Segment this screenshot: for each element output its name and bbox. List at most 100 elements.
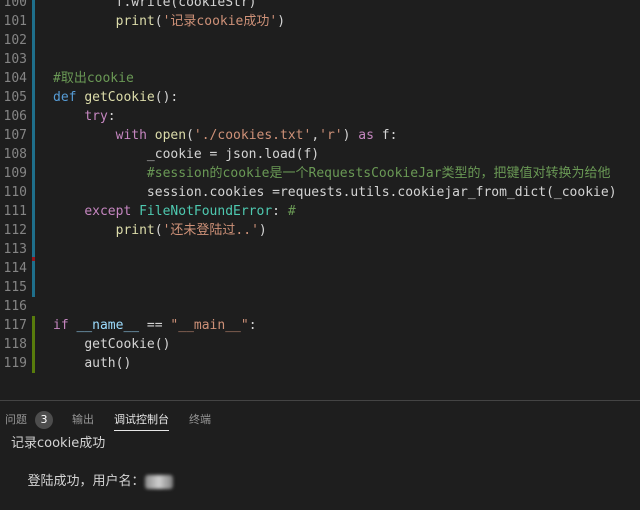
code-line[interactable]: 107 with open('./cookies.txt','r') as f: bbox=[0, 126, 640, 145]
console-output-line: 记录cookie成功 bbox=[11, 436, 106, 451]
code-token: 'r' bbox=[319, 128, 343, 143]
code-token: "__main__" bbox=[170, 318, 249, 333]
code-text: except FileNotFoundError: # bbox=[53, 202, 296, 221]
line-number: 100 bbox=[3, 0, 27, 10]
code-token: ( bbox=[186, 128, 194, 143]
line-number: 115 bbox=[3, 280, 27, 295]
tab-problems[interactable]: 问题 bbox=[5, 410, 27, 430]
tab-output[interactable]: 输出 bbox=[72, 410, 94, 430]
code-text: f.write(cookieStr) bbox=[53, 0, 257, 12]
code-text: try: bbox=[53, 107, 116, 126]
line-number: 111 bbox=[3, 204, 27, 219]
problems-count-badge: 3 bbox=[35, 411, 53, 429]
code-line[interactable]: 110 session.cookies =requests.utils.cook… bbox=[0, 183, 640, 202]
code-token: auth() bbox=[84, 356, 132, 371]
code-text: print('记录cookie成功') bbox=[53, 12, 285, 31]
code-text: _cookie = json.load(f) bbox=[53, 145, 319, 164]
gutter-delete-marker bbox=[32, 257, 35, 261]
code-text: getCookie() bbox=[53, 335, 170, 354]
code-line[interactable]: 109 #session的cookie是一个RequestsCookieJar类… bbox=[0, 164, 640, 183]
code-line[interactable]: 103 bbox=[0, 50, 640, 69]
code-token: './cookies.txt' bbox=[193, 128, 312, 143]
code-token: ) bbox=[277, 14, 286, 29]
code-token: print bbox=[115, 223, 155, 238]
code-token: == bbox=[139, 318, 171, 333]
code-line[interactable]: 117 if __name__ == "__main__": bbox=[0, 316, 640, 335]
code-token: : bbox=[272, 204, 288, 219]
code-line[interactable]: 118 getCookie() bbox=[0, 335, 640, 354]
line-number: 103 bbox=[3, 52, 27, 67]
code-token: #session的cookie是一个RequestsCookieJar类型的，把… bbox=[146, 166, 611, 181]
code-token: as bbox=[358, 128, 382, 143]
line-number: 112 bbox=[3, 223, 27, 238]
code-token: FileNotFoundError bbox=[139, 204, 273, 219]
bottom-panel: 问题 3 输出 调试控制台 终端 记录cookie成功 登陆成功，用户名： bbox=[0, 400, 640, 489]
code-token: try bbox=[84, 109, 108, 124]
code-token: : bbox=[248, 318, 257, 333]
code-token: # bbox=[287, 204, 296, 219]
line-number: 107 bbox=[3, 128, 27, 143]
code-token: except bbox=[84, 204, 140, 219]
code-line[interactable]: 111 except FileNotFoundError: # bbox=[0, 202, 640, 221]
code-text: #取出cookie bbox=[53, 69, 134, 88]
line-number: 108 bbox=[3, 147, 27, 162]
code-token: def bbox=[53, 90, 85, 105]
code-line[interactable]: 100 f.write(cookieStr) bbox=[0, 0, 640, 12]
line-number: 114 bbox=[3, 261, 27, 276]
line-number: 118 bbox=[3, 337, 27, 352]
code-line[interactable]: 105 def getCookie(): bbox=[0, 88, 640, 107]
line-number: 113 bbox=[3, 242, 27, 257]
tab-terminal[interactable]: 终端 bbox=[189, 410, 211, 430]
line-number: 110 bbox=[3, 185, 27, 200]
code-token: getCookie() bbox=[84, 337, 171, 352]
code-token: (): bbox=[154, 90, 179, 105]
code-token: print bbox=[115, 14, 155, 29]
gutter-change-marker bbox=[32, 0, 35, 259]
code-token: session.cookies =requests.utils.cookieja… bbox=[146, 185, 617, 200]
code-editor[interactable]: 100 f.write(cookieStr) 101 print('记录cooki… bbox=[0, 0, 640, 400]
line-number: 101 bbox=[3, 14, 27, 29]
line-number: 104 bbox=[3, 71, 27, 86]
code-token: f.write(cookieStr) bbox=[115, 0, 257, 10]
gutter-change-marker bbox=[32, 259, 35, 297]
code-line[interactable]: 101 print('记录cookie成功') bbox=[0, 12, 640, 31]
gutter-change-marker bbox=[32, 316, 35, 373]
code-text: def getCookie(): bbox=[53, 88, 178, 107]
line-number: 117 bbox=[3, 318, 27, 333]
code-token: '还未登陆过..' bbox=[162, 223, 259, 238]
code-line[interactable]: 115 bbox=[0, 278, 640, 297]
code-line[interactable]: 112 print('还未登陆过..') bbox=[0, 221, 640, 240]
code-token: __name__ bbox=[76, 318, 140, 333]
code-token: '记录cookie成功' bbox=[162, 14, 278, 29]
code-token: with bbox=[115, 128, 155, 143]
code-line[interactable]: 106 try: bbox=[0, 107, 640, 126]
line-number: 105 bbox=[3, 90, 27, 105]
code-token: _cookie = json.load(f) bbox=[146, 147, 320, 162]
code-token: #取出cookie bbox=[53, 71, 134, 86]
tab-debug-console[interactable]: 调试控制台 bbox=[114, 410, 169, 431]
line-number: 116 bbox=[3, 299, 27, 314]
code-token: ( bbox=[154, 223, 163, 238]
code-line[interactable]: 116 bbox=[0, 297, 640, 316]
code-line[interactable]: 119 auth() bbox=[0, 354, 640, 373]
code-token: , bbox=[311, 128, 320, 143]
line-number: 106 bbox=[3, 109, 27, 124]
code-token: ) bbox=[342, 128, 359, 143]
code-text: session.cookies =requests.utils.cookieja… bbox=[53, 183, 617, 202]
code-line[interactable]: 108 _cookie = json.load(f) bbox=[0, 145, 640, 164]
code-line[interactable]: 102 bbox=[0, 31, 640, 50]
code-token: : bbox=[107, 109, 116, 124]
code-token: if bbox=[53, 318, 77, 333]
code-line[interactable]: 113 bbox=[0, 240, 640, 259]
code-line[interactable]: 114 bbox=[0, 259, 640, 278]
code-text: print('还未登陆过..') bbox=[53, 221, 267, 240]
line-number: 109 bbox=[3, 166, 27, 181]
code-token: ) bbox=[258, 223, 267, 238]
code-token: getCookie bbox=[84, 90, 155, 105]
console-output-text: 登陆成功，用户名： bbox=[27, 474, 145, 489]
panel-tabs: 问题 3 输出 调试控制台 终端 bbox=[0, 401, 640, 434]
code-token: open bbox=[154, 128, 187, 143]
code-line[interactable]: 104 #取出cookie bbox=[0, 69, 640, 88]
line-number: 119 bbox=[3, 356, 27, 371]
code-text: with open('./cookies.txt','r') as f: bbox=[53, 126, 398, 145]
